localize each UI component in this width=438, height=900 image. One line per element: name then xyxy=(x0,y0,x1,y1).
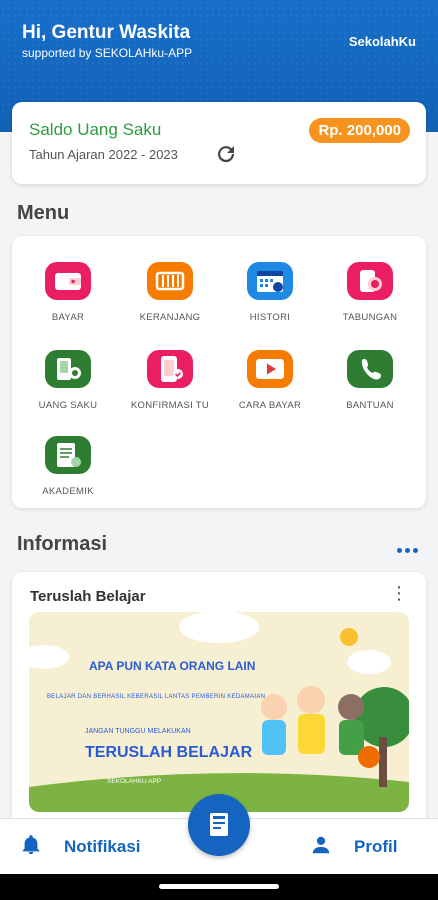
menu-heading: Menu xyxy=(17,202,70,224)
academic-year: Tahun Ajaran 2022 - 2023 xyxy=(29,147,178,162)
carousel-indicator xyxy=(394,540,418,558)
book-icon xyxy=(188,813,250,860)
menu-item-label: BANTUAN xyxy=(346,400,394,411)
supported-by: supported by SEKOLAHku-APP xyxy=(22,46,193,60)
saldo-amount-badge: Rp. 200,000 xyxy=(309,118,410,143)
banner-line-1: APA PUN KATA ORANG LAIN xyxy=(89,659,256,673)
saldo-card: Saldo Uang Saku Tahun Ajaran 2022 - 2023… xyxy=(12,102,426,184)
greeting: Hi, Gentur Waskita xyxy=(22,22,191,43)
menu-item-histori[interactable]: HISTORI xyxy=(220,262,320,323)
menu-item-konfirmasi-tu[interactable]: KONFIRMASI TU xyxy=(120,350,220,411)
menu-item-tabungan[interactable]: TABUNGAN xyxy=(320,262,420,323)
menu-item-label: KONFIRMASI TU xyxy=(130,400,210,411)
menu-item-label: BAYAR xyxy=(51,312,85,323)
nav-notifikasi[interactable]: Notifikasi xyxy=(20,819,141,875)
savings-icon xyxy=(347,262,393,300)
nav-notifikasi-label: Notifikasi xyxy=(64,837,141,856)
menu-item-label: KERANJANG xyxy=(139,312,201,323)
refresh-icon[interactable] xyxy=(214,142,238,166)
video-play-icon xyxy=(247,350,293,388)
banner-line-3: JANGAN TUNGGU MELAKUKAN xyxy=(85,728,191,735)
menu-item-keranjang[interactable]: KERANJANG xyxy=(120,262,220,323)
info-banner-image: APA PUN KATA ORANG LAIN BELAJAR DAN BERH… xyxy=(29,612,409,812)
info-card[interactable]: Teruslah Belajar ⋮ APA PUN KATA ORANG LA… xyxy=(12,572,426,822)
brand-logo: SekolahKu xyxy=(348,34,416,49)
menu-item-label: HISTORI xyxy=(249,312,291,323)
more-options-icon[interactable]: ⋮ xyxy=(390,584,408,602)
menu-item-label: CARA BAYAR xyxy=(238,400,302,411)
menu-item-label: TABUNGAN xyxy=(342,312,398,323)
menu-item-cara-bayar[interactable]: CARA BAYAR xyxy=(220,350,320,411)
menu-item-label: AKADEMIK xyxy=(42,486,94,497)
saldo-title: Saldo Uang Saku xyxy=(29,120,162,139)
cart-icon xyxy=(147,262,193,300)
banner-line-2: BELAJAR DAN BERHASIL KEBERASIL LANTAS PE… xyxy=(47,694,266,700)
menu-item-label: UANG SAKU xyxy=(38,400,98,411)
academic-document-icon xyxy=(45,436,91,474)
bell-icon xyxy=(20,834,42,861)
nav-profil[interactable]: Profil xyxy=(310,819,397,875)
menu-item-bantuan[interactable]: BANTUAN xyxy=(320,350,420,411)
info-card-title: Teruslah Belajar xyxy=(30,588,146,605)
pocket-money-icon xyxy=(45,350,91,388)
calendar-history-icon xyxy=(247,262,293,300)
banner-line-5: SEKOLAHKU APP xyxy=(107,778,162,785)
phone-confirm-icon xyxy=(147,350,193,388)
banner-line-4: TERUSLAH BELAJAR xyxy=(85,744,253,761)
menu-grid: BAYAR KERANJANG HISTORI TABUNGAN UANG SA… xyxy=(12,236,426,508)
home-gesture-handle[interactable] xyxy=(159,884,279,889)
menu-item-akademik[interactable]: AKADEMIK xyxy=(18,436,118,497)
user-icon xyxy=(310,834,332,861)
wallet-icon xyxy=(45,262,91,300)
menu-item-uang-saku[interactable]: UANG SAKU xyxy=(18,350,118,411)
nav-profil-label: Profil xyxy=(354,837,398,856)
phone-support-icon xyxy=(347,350,393,388)
informasi-heading: Informasi xyxy=(17,533,108,555)
home-fab-button[interactable] xyxy=(188,794,250,856)
menu-item-bayar[interactable]: BAYAR xyxy=(18,262,118,323)
